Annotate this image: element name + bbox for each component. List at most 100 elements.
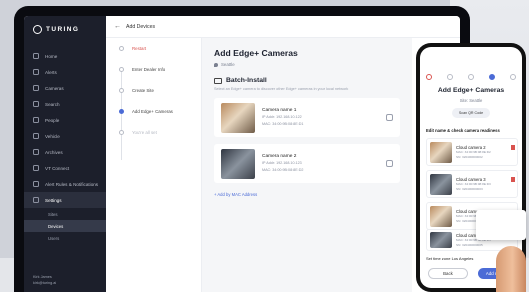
car-icon (33, 133, 39, 139)
back-button[interactable]: Back (428, 268, 468, 279)
back-arrow-icon[interactable]: ← (114, 23, 121, 30)
swipe-action-popover[interactable] (476, 210, 526, 240)
sidebar-item-alerts[interactable]: Alerts (24, 64, 106, 80)
site-label: Seattle (214, 62, 400, 67)
camera-card[interactable]: Camera name 2 IP Addr: 192.168.10.123 MA… (214, 144, 400, 183)
finger-image (496, 246, 526, 292)
sidebar-item-label: Cameras (45, 85, 64, 91)
step-dot-icon (119, 88, 124, 93)
sidebar-item-cameras[interactable]: Cameras (24, 80, 106, 96)
camera-thumbnail (430, 141, 452, 163)
camera-icon (33, 85, 39, 91)
camera-thumbnail (221, 148, 255, 179)
sidebar-item-vt-connect[interactable]: VT Connect (24, 160, 106, 176)
sidebar-sub-users[interactable]: Users (24, 232, 106, 244)
camera-thumbnail (430, 205, 452, 227)
sidebar: TURING Home Alerts Cameras Search People… (24, 16, 106, 292)
rules-icon (33, 181, 39, 187)
camera-thumbnail (221, 102, 255, 133)
step-label: Create Site (132, 88, 154, 93)
step-label: Enter Dealer Info (132, 67, 166, 72)
camera-ip: IP Addr: 192.168.10.123 (262, 160, 302, 165)
camera-sn: SN: 320400000002 (456, 154, 483, 159)
sidebar-item-settings[interactable]: Settings (24, 192, 106, 208)
sidebar-nav: Home Alerts Cameras Search People Vehicl… (24, 48, 106, 244)
sidebar-item-home[interactable]: Home (24, 48, 106, 64)
phone-title: Add Edge+ Cameras (437, 87, 505, 94)
sidebar-item-label: Archives (45, 149, 63, 155)
camera-sn: SN: 320400000005 (456, 242, 483, 247)
step-dot-icon (489, 74, 495, 80)
sidebar-sub-devices[interactable]: Devices (24, 220, 106, 232)
camera-thumbnail (430, 173, 452, 195)
location-pin-icon (214, 62, 218, 67)
bell-icon (33, 69, 39, 75)
main-panel: Add Edge+ Cameras Seattle Batch-Install … (202, 38, 412, 292)
camera-info: Camera name 1 IP Addr: 192.168.10.122 MA… (262, 108, 379, 127)
app-window: TURING Home Alerts Cameras Search People… (24, 16, 460, 292)
user-info[interactable]: Kirk James kirk@turing.ai (33, 274, 56, 286)
camera-info: Camera name 2 IP Addr: 192.168.10.123 MA… (262, 154, 379, 173)
camera-name: Camera name 2 (262, 153, 297, 159)
camera-info: Cloud camera 3 MAC: 34:00:9B:08:8E:D3 SN… (456, 177, 491, 190)
sidebar-item-archives[interactable]: Archives (24, 144, 106, 160)
camera-ip: IP Addr: 192.168.10.122 (262, 114, 302, 119)
sidebar-item-vehicle[interactable]: Vehicle (24, 128, 106, 144)
phone-section-title: Edit name & check camera readiness (426, 128, 500, 133)
step-all-set: You're all set (106, 122, 201, 143)
sidebar-item-label: Search (45, 101, 60, 107)
camera-status-icon[interactable] (386, 114, 393, 121)
sidebar-item-alert-rules[interactable]: Alert Rules & Notifications (24, 176, 106, 192)
step-dot-icon (119, 109, 124, 114)
sidebar-item-label: Vehicle (45, 133, 60, 139)
camera-mac: MAC: 34:00:9B:08:8E:D1 (262, 122, 304, 126)
step-dealer-info[interactable]: Enter Dealer Info (106, 59, 201, 80)
brand-logo: TURING (33, 25, 79, 34)
camera-info: Cloud camera 2 MAC: 34:00:9B:08:8E:D2 SN… (456, 145, 491, 158)
search-icon (33, 101, 39, 107)
camera-name: Camera name 1 (262, 107, 297, 113)
step-dot-icon (119, 130, 124, 135)
step-dot-icon (426, 74, 432, 80)
sidebar-sub-sites[interactable]: Sites (24, 208, 106, 220)
step-restart[interactable]: Restart (106, 38, 201, 59)
phone-camera-card[interactable]: Cloud camera 2 MAC: 34:00:9B:08:8E:D2 SN… (426, 138, 518, 166)
logo-icon (33, 25, 42, 34)
step-create-site[interactable]: Create Site (106, 80, 201, 101)
archive-icon (33, 149, 39, 155)
camera-icon (214, 77, 222, 84)
camera-status-icon[interactable] (386, 160, 393, 167)
camera-card[interactable]: Camera name 1 IP Addr: 192.168.10.122 MA… (214, 98, 400, 137)
status-indicator-icon (511, 145, 515, 150)
step-label: Restart (132, 46, 147, 51)
stepper: Restart Enter Dealer Info Create Site Ad… (106, 38, 202, 292)
home-icon (33, 53, 39, 59)
add-by-mac-link[interactable]: + Add by MAC Address (214, 192, 400, 197)
step-dot-icon (447, 74, 453, 80)
camera-thumbnail (430, 232, 452, 248)
step-add-cameras[interactable]: Add Edge+ Cameras (106, 101, 201, 122)
sidebar-item-label: Home (45, 53, 58, 59)
section-hint: Select an Edge+ camera to discover other… (214, 87, 349, 91)
section-title: Batch-Install (226, 77, 267, 84)
time-zone-row[interactable]: Set time zone Los Angeles (426, 256, 473, 261)
sidebar-item-label: People (45, 117, 60, 123)
step-dot-icon (119, 67, 124, 72)
camera-sn: SN: 320400000003 (456, 186, 483, 191)
phone-camera-card[interactable]: Cloud camera 3 MAC: 34:00:9B:08:8E:D3 SN… (426, 170, 518, 198)
scan-qr-button[interactable]: Scan QR Code (452, 108, 490, 118)
step-dot-icon (119, 46, 124, 51)
panel-title: Add Edge+ Cameras (214, 48, 298, 58)
phone-site: Site: Seattle (459, 98, 483, 103)
camera-mac: MAC: 34:00:9B:08:8E:D3 (456, 182, 491, 187)
sidebar-item-search[interactable]: Search (24, 96, 106, 112)
camera-mac: MAC: 34:00:9B:08:8E:D2 (262, 168, 304, 172)
sidebar-item-label: Settings (45, 197, 62, 203)
laptop-frame: TURING Home Alerts Cameras Search People… (14, 6, 470, 292)
phone-stepper (426, 73, 516, 81)
sidebar-item-people[interactable]: People (24, 112, 106, 128)
section-header: Batch-Install (214, 77, 400, 84)
user-email: kirk@turing.ai (33, 281, 57, 285)
step-dot-icon (510, 74, 516, 80)
step-dot-icon (468, 74, 474, 80)
